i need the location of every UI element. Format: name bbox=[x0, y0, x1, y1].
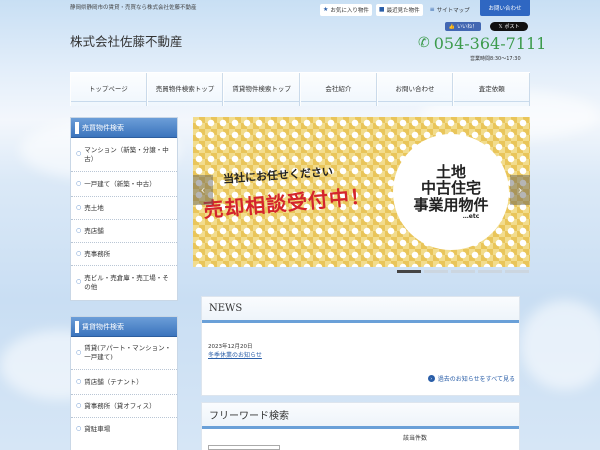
banner-circle-line: 中古住宅 bbox=[420, 179, 481, 198]
news-item-link[interactable]: 冬季休業のお知らせ bbox=[208, 350, 262, 359]
bullet-icon: ○ bbox=[76, 377, 82, 385]
favorites-link[interactable]: ★ お気に入り物件 bbox=[320, 3, 372, 16]
phone-text: 054-364-7111 bbox=[433, 33, 547, 53]
main-nav: トップページ 売買物件検索トップ 賃貸物件検索トップ 会社紹介 お問い合わせ 査… bbox=[70, 72, 531, 106]
freeword-search-input[interactable] bbox=[208, 445, 280, 450]
sidebar-item-rent-store[interactable]: ○ 賃店舗（テナント） bbox=[71, 370, 177, 395]
rent-search-box: 賃貸物件検索 ○ 賃貸(アパート・マンション・一戸建て) ○ 賃店舗（テナント） ○… bbox=[70, 316, 178, 450]
top-links: ★ お気に入り物件 ■ 最近見た物件 ≡ サイトマップ bbox=[320, 3, 473, 16]
bullet-icon: ○ bbox=[76, 226, 82, 234]
hero-banner[interactable]: 当社にお任せください 売却相談受付中！ 土地 中古住宅 事業用物件 …etc ‹… bbox=[193, 117, 530, 267]
sale-search-title: 売買物件検索 bbox=[82, 123, 124, 132]
recent-link[interactable]: ■ 最近見た物件 bbox=[375, 3, 423, 16]
news-heading: NEWS bbox=[202, 297, 519, 323]
sidebar-item-label: 貸事務所（貸オフィス） bbox=[84, 401, 156, 410]
news-date: 2023年12月20日 bbox=[208, 344, 253, 350]
sidebar-item-rent-parking[interactable]: ○ 貸駐車場 bbox=[71, 418, 177, 441]
news-section: NEWS 2023年12月20日 冬季休業のお知らせ › 過去のお知らせをすべて見… bbox=[201, 296, 520, 396]
sidebar-item-label: 売店舗 bbox=[84, 226, 104, 235]
post-label: ポスト bbox=[504, 24, 520, 30]
heading-marker-icon bbox=[75, 320, 79, 333]
sidebar-item-label: 売事務所 bbox=[84, 249, 111, 258]
heading-marker-icon bbox=[75, 121, 79, 134]
recent-label: 最近見た物件 bbox=[386, 7, 420, 14]
banner-circle-line: 事業用物件 bbox=[413, 195, 489, 214]
sidebar-item-label: マンション（新築・分譲・中古） bbox=[84, 145, 169, 163]
sale-search-box: 売買物件検索 ○ マンション（新築・分譲・中古） ○ 一戸建て（新築・中古） ○ 売土… bbox=[70, 117, 178, 301]
banner-etc: …etc bbox=[462, 213, 480, 221]
sidebar-item-label: 賃貸(アパート・マンション・一戸建て) bbox=[84, 344, 172, 361]
x-logo-icon: 𝕏 bbox=[498, 23, 503, 30]
cloud-decoration bbox=[520, 300, 600, 390]
site-tagline: 静岡県静岡市の賃貸・売買なら株式会社佐藤不動産 bbox=[70, 5, 197, 11]
news-more-label: 過去のお知らせをすべて見る bbox=[437, 376, 515, 383]
bullet-icon: ○ bbox=[76, 348, 82, 356]
star-icon: ★ bbox=[323, 6, 329, 13]
nav-sale-search[interactable]: 売買物件検索トップ bbox=[146, 73, 224, 106]
banner-next-icon[interactable]: › bbox=[510, 175, 530, 205]
bullet-icon: ○ bbox=[76, 249, 82, 257]
rent-search-title: 賃貸物件検索 bbox=[82, 322, 124, 331]
sidebar-item-label: 貸駐車場 bbox=[84, 425, 111, 434]
slider-pagination bbox=[397, 270, 529, 273]
rent-search-heading: 賃貸物件検索 bbox=[71, 317, 177, 337]
sidebar-item-house[interactable]: ○ 一戸建て（新築・中古） bbox=[71, 172, 177, 197]
sidebar-item-office[interactable]: ○ 売事務所 bbox=[71, 243, 177, 266]
sidebar-item-label: 売土地 bbox=[84, 203, 104, 212]
nav-top[interactable]: トップページ bbox=[70, 73, 147, 106]
nav-rent-search[interactable]: 賃貸物件検索トップ bbox=[223, 73, 301, 106]
bullet-icon: ○ bbox=[76, 425, 82, 433]
business-hours: 営業時間8:30～17:30 bbox=[470, 56, 521, 62]
bullet-icon: ○ bbox=[76, 179, 82, 187]
sidebar-item-label: 賃店舗（テナント） bbox=[84, 377, 143, 386]
phone-icon: ✆ bbox=[418, 35, 430, 51]
search-row: 該当件数 bbox=[208, 433, 513, 450]
nav-appraisal[interactable]: 査定依頼 bbox=[453, 73, 531, 106]
contact-button[interactable]: お問い合わせ bbox=[480, 0, 530, 16]
freeword-search-section: フリーワード検索 該当件数 bbox=[201, 402, 520, 450]
bullet-icon: ○ bbox=[76, 278, 82, 286]
sitemap-link[interactable]: ≡ サイトマップ bbox=[427, 4, 473, 16]
sidebar-item-mansion[interactable]: ○ マンション（新築・分譲・中古） bbox=[71, 138, 177, 172]
site-title[interactable]: 株式会社佐藤不動産 bbox=[70, 31, 183, 50]
sidebar-item-building[interactable]: ○ 売ビル・売倉庫・売工場・その他 bbox=[71, 266, 177, 299]
slider-dot[interactable] bbox=[505, 270, 529, 273]
sidebar-item-rent-residential[interactable]: ○ 賃貸(アパート・マンション・一戸建て) bbox=[71, 337, 177, 370]
sidebar-item-label: 売ビル・売倉庫・売工場・その他 bbox=[84, 273, 169, 291]
sidebar-item-store[interactable]: ○ 売店舗 bbox=[71, 220, 177, 243]
sale-search-heading: 売買物件検索 bbox=[71, 118, 177, 138]
banner-circle-line: 土地 bbox=[435, 162, 466, 181]
nav-contact[interactable]: お問い合わせ bbox=[376, 73, 454, 106]
phone-number[interactable]: ✆ 054-364-7111 bbox=[418, 33, 546, 53]
news-more-link[interactable]: › 過去のお知らせをすべて見る bbox=[427, 374, 515, 383]
thumbs-up-icon: 👍 bbox=[448, 23, 456, 30]
favorites-label: お気に入り物件 bbox=[330, 7, 369, 14]
sidebar-item-rent-office[interactable]: ○ 貸事務所（貸オフィス） bbox=[71, 395, 177, 418]
history-icon: ■ bbox=[378, 6, 385, 13]
slider-dot[interactable] bbox=[451, 270, 475, 273]
like-label: いいね！ bbox=[457, 24, 478, 30]
result-count-label: 該当件数 bbox=[402, 435, 427, 442]
sitemap-label: サイトマップ bbox=[436, 7, 470, 14]
like-button[interactable]: 👍 いいね！ bbox=[445, 22, 481, 31]
post-button[interactable]: 𝕏 ポスト bbox=[490, 22, 528, 31]
bullet-icon: ○ bbox=[76, 203, 82, 211]
slider-dot[interactable] bbox=[478, 270, 502, 273]
freeword-search-heading: フリーワード検索 bbox=[202, 403, 519, 429]
bullet-icon: ○ bbox=[76, 150, 82, 158]
bullet-icon: ○ bbox=[76, 401, 82, 409]
banner-circle: 土地 中古住宅 事業用物件 …etc bbox=[393, 134, 509, 250]
slider-dot[interactable] bbox=[424, 270, 448, 273]
sidebar-item-label: 一戸建て（新築・中古） bbox=[84, 179, 156, 188]
sitemap-icon: ≡ bbox=[429, 6, 435, 13]
banner-prev-icon[interactable]: ‹ bbox=[193, 175, 213, 205]
sidebar-item-land[interactable]: ○ 売土地 bbox=[71, 197, 177, 220]
nav-company[interactable]: 会社紹介 bbox=[300, 73, 377, 106]
arrow-circle-icon: › bbox=[427, 375, 435, 382]
slider-dot[interactable] bbox=[397, 270, 421, 273]
